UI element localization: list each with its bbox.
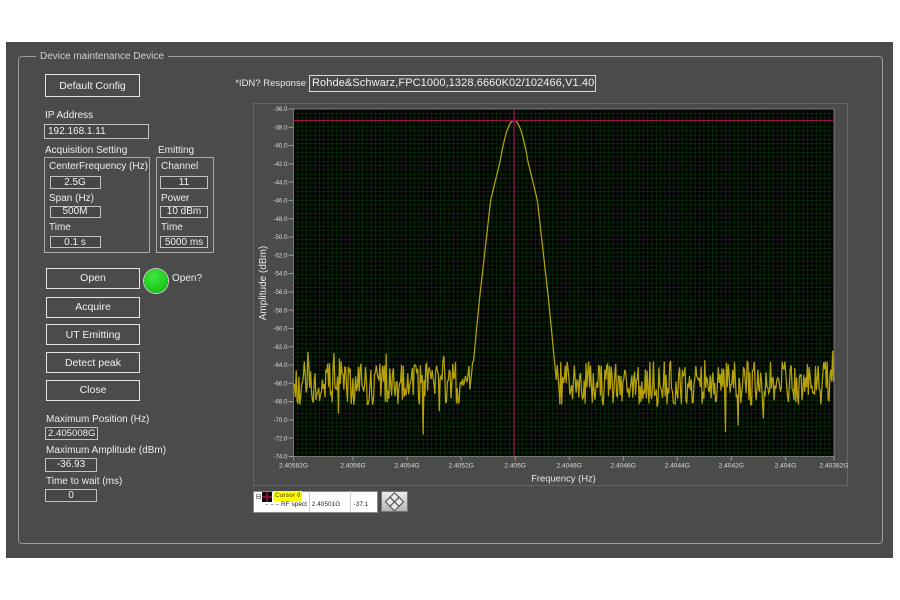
svg-text:2.4044G: 2.4044G: [665, 463, 690, 470]
svg-text:-60.0: -60.0: [273, 326, 288, 333]
svg-text:-40.0: -40.0: [273, 143, 288, 150]
svg-text:2.4054G: 2.4054G: [394, 463, 419, 470]
svg-text:-36.0: -36.0: [273, 106, 288, 113]
svg-text:2.4048G: 2.4048G: [557, 463, 582, 470]
svg-text:2.405G: 2.405G: [504, 463, 526, 470]
svg-text:-62.0: -62.0: [273, 344, 288, 351]
svg-text:-44.0: -44.0: [273, 179, 288, 186]
svg-text:-50.0: -50.0: [273, 234, 288, 241]
svg-text:-54.0: -54.0: [273, 271, 288, 278]
svg-text:2.40582G: 2.40582G: [279, 463, 308, 470]
svg-text:-66.0: -66.0: [273, 380, 288, 387]
svg-text:-72.0: -72.0: [273, 435, 288, 442]
svg-text:-64.0: -64.0: [273, 362, 288, 369]
svg-text:-56.0: -56.0: [273, 289, 288, 296]
svg-text:-48.0: -48.0: [273, 216, 288, 223]
svg-text:Amplitude (dBm): Amplitude (dBm): [258, 246, 269, 320]
svg-text:-74.0: -74.0: [273, 454, 288, 461]
svg-text:-70.0: -70.0: [273, 417, 288, 424]
svg-text:2.4042G: 2.4042G: [719, 463, 744, 470]
svg-text:-58.0: -58.0: [273, 307, 288, 314]
svg-text:-38.0: -38.0: [273, 124, 288, 131]
svg-text:-42.0: -42.0: [273, 161, 288, 168]
svg-text:2.4052G: 2.4052G: [448, 463, 473, 470]
svg-text:Frequency (Hz): Frequency (Hz): [531, 473, 596, 484]
svg-text:2.4056G: 2.4056G: [340, 463, 365, 470]
svg-text:-68.0: -68.0: [273, 399, 288, 406]
svg-text:-52.0: -52.0: [273, 252, 288, 259]
svg-text:2.4046G: 2.4046G: [611, 463, 636, 470]
svg-text:2.40382G: 2.40382G: [820, 463, 848, 470]
svg-text:2.404G: 2.404G: [775, 463, 797, 470]
svg-text:-46.0: -46.0: [273, 198, 288, 205]
